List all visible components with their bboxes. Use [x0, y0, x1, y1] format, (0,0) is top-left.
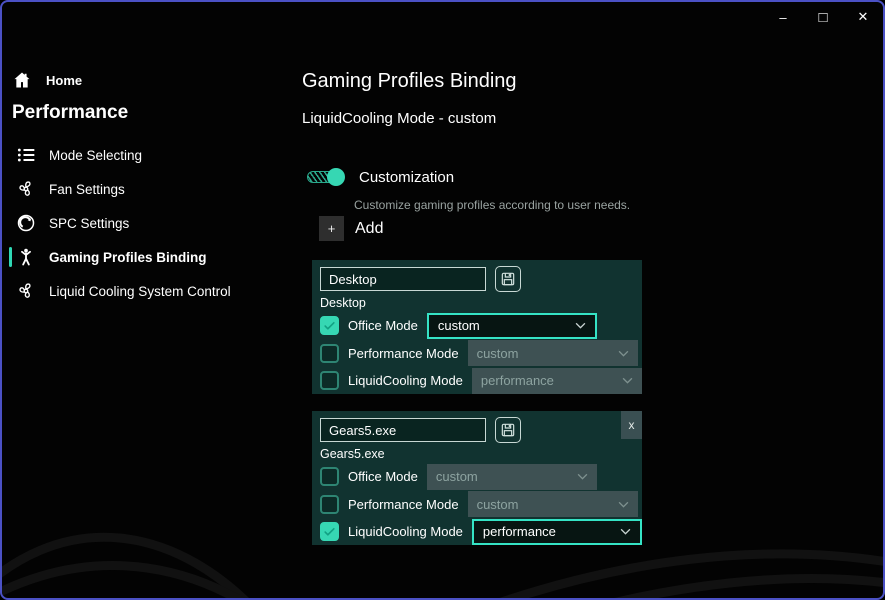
mode-label: Office Mode — [348, 469, 418, 485]
check-icon — [324, 322, 335, 330]
customization-description: Customize gaming profiles according to u… — [354, 198, 631, 212]
office-mode-dropdown[interactable]: custom — [426, 312, 597, 339]
sidebar-item-spc-settings[interactable]: SPC Settings — [9, 206, 289, 240]
person-icon — [16, 247, 36, 267]
sidebar-item-home[interactable]: Home — [9, 66, 289, 94]
sidebar-item-liquid-cooling-system-control[interactable]: Liquid Cooling System Control — [9, 274, 289, 308]
fan-icon — [16, 281, 36, 301]
floppy-icon — [501, 272, 515, 286]
remove-profile-button[interactable]: x — [621, 411, 642, 439]
maximize-button[interactable]: □ — [803, 3, 843, 31]
check-icon — [324, 528, 335, 536]
sidebar-item-label: Gaming Profiles Binding — [49, 249, 207, 265]
chevron-down-icon — [575, 323, 586, 329]
gauge-icon — [16, 213, 36, 233]
mode-label: LiquidCooling Mode — [348, 524, 463, 540]
mode-row-office: Office Mode custom — [320, 463, 642, 491]
sidebar-item-label: Mode Selecting — [49, 147, 143, 163]
mode-label: Performance Mode — [348, 345, 459, 361]
fan-icon — [16, 179, 36, 199]
mode-label: Office Mode — [348, 318, 418, 334]
profile-card-gears5: x Gears5.exe Office Mode custom — [312, 411, 642, 545]
mode-row-performance: Performance Mode custom — [320, 340, 642, 368]
list-icon — [16, 145, 36, 165]
sidebar-item-fan-settings[interactable]: Fan Settings — [9, 172, 289, 206]
floppy-icon — [501, 423, 515, 437]
liquidcooling-mode-dropdown[interactable]: performance — [471, 518, 642, 545]
add-profile-button[interactable]: + Add — [319, 216, 383, 241]
mode-label: Performance Mode — [348, 496, 459, 512]
page-subtitle: LiquidCooling Mode - custom — [302, 110, 497, 127]
selection-indicator — [9, 247, 12, 267]
chevron-down-icon — [620, 529, 631, 535]
sidebar-item-label: Fan Settings — [49, 181, 125, 197]
save-button[interactable] — [495, 417, 521, 443]
liquidcooling-mode-dropdown: performance — [471, 367, 642, 394]
profile-name-input[interactable] — [320, 267, 486, 291]
mode-row-liquidcooling: LiquidCooling Mode performance — [320, 518, 642, 546]
plus-icon: + — [319, 216, 344, 241]
minimize-button[interactable]: – — [763, 3, 803, 31]
office-mode-checkbox[interactable] — [320, 467, 339, 487]
sidebar-item-label: SPC Settings — [49, 215, 130, 231]
chevron-down-icon — [577, 474, 588, 480]
toggle-knob — [327, 168, 345, 186]
app-window: – □ ✕ Home Performance Mode Selecting Fa… — [0, 0, 885, 600]
save-button[interactable] — [495, 266, 521, 292]
mode-row-office: Office Mode custom — [320, 312, 642, 340]
mode-label: LiquidCooling Mode — [348, 373, 463, 389]
liquidcooling-mode-checkbox[interactable] — [320, 371, 339, 391]
performance-mode-dropdown: custom — [467, 340, 638, 367]
mode-row-performance: Performance Mode custom — [320, 491, 642, 519]
chevron-down-icon — [618, 501, 628, 508]
close-button[interactable]: ✕ — [843, 3, 883, 31]
chevron-down-icon — [618, 350, 628, 357]
home-icon — [12, 70, 32, 90]
performance-mode-checkbox[interactable] — [320, 343, 339, 363]
chevron-down-icon — [622, 378, 633, 384]
office-mode-checkbox[interactable] — [320, 316, 339, 336]
sidebar-item-mode-selecting[interactable]: Mode Selecting — [9, 138, 289, 172]
sidebar-home-label: Home — [46, 72, 83, 88]
add-button-label: Add — [355, 219, 384, 237]
sidebar-section-heading: Performance — [12, 102, 129, 123]
performance-mode-checkbox[interactable] — [320, 494, 339, 514]
title-bar: – □ ✕ — [2, 2, 883, 32]
sidebar-item-gaming-profiles-binding[interactable]: Gaming Profiles Binding — [9, 240, 289, 274]
office-mode-dropdown: custom — [426, 463, 597, 490]
profile-card-desktop: Desktop Office Mode custom — [312, 260, 642, 394]
performance-mode-dropdown: custom — [467, 491, 638, 518]
sidebar: Home Performance Mode Selecting Fan Sett… — [9, 66, 289, 308]
customization-label: Customization — [359, 168, 455, 186]
profile-name-label: Desktop — [320, 296, 366, 310]
profile-name-input[interactable] — [320, 418, 486, 442]
liquidcooling-mode-checkbox[interactable] — [320, 522, 339, 542]
sidebar-item-label: Liquid Cooling System Control — [49, 283, 231, 299]
profile-name-label: Gears5.exe — [320, 447, 385, 461]
page-title: Gaming Profiles Binding — [302, 70, 517, 92]
customization-toggle[interactable] — [307, 168, 345, 186]
mode-row-liquidcooling: LiquidCooling Mode performance — [320, 367, 642, 395]
